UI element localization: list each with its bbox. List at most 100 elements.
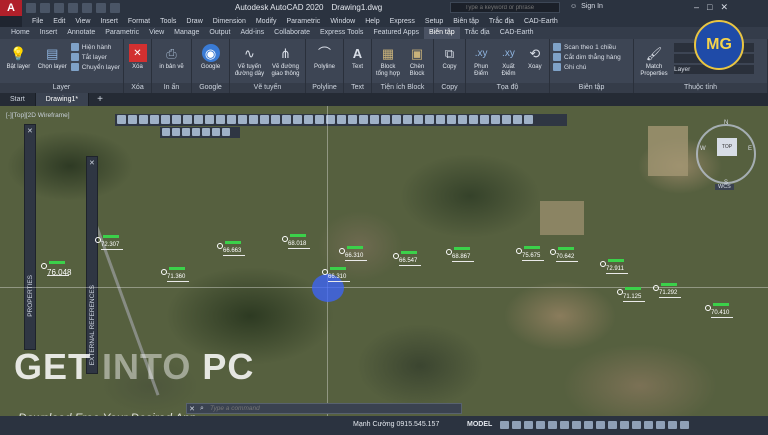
menu-file[interactable]: File	[32, 18, 43, 25]
tool-icon[interactable]	[403, 115, 412, 124]
tab-bien-tap[interactable]: Biên tập	[423, 27, 460, 39]
tool-icon[interactable]	[205, 115, 214, 124]
tab-collaborate[interactable]: Collaborate	[269, 27, 315, 39]
tab-drawing1[interactable]: Drawing1*	[35, 93, 90, 106]
open-icon[interactable]	[40, 3, 50, 13]
menu-cad-earth[interactable]: CAD-Earth	[524, 18, 558, 25]
tab-output[interactable]: Output	[204, 27, 235, 39]
cat-dim-button[interactable]: Cắt dim thẳng hàng	[553, 53, 621, 61]
minimize-icon[interactable]: –	[694, 2, 699, 13]
workspace-icon[interactable]	[620, 421, 629, 429]
viewcube-east[interactable]: E	[748, 146, 752, 152]
scan-theo-1-chieu-button[interactable]: Scan theo 1 chiều	[553, 43, 621, 51]
print-icon[interactable]	[82, 3, 92, 13]
close-icon[interactable]: ✕	[720, 2, 728, 13]
hien-hanh-button[interactable]: Hiện hành	[70, 43, 120, 51]
menu-window[interactable]: Window	[330, 18, 355, 25]
customize-icon[interactable]	[680, 421, 689, 429]
tab-insert[interactable]: Insert	[35, 27, 63, 39]
save-as-icon[interactable]	[68, 3, 78, 13]
tab-express-tools[interactable]: Express Tools	[315, 27, 368, 39]
polar-icon[interactable]	[536, 421, 545, 429]
menu-trac-dia[interactable]: Trắc địa	[489, 18, 514, 25]
menu-tools[interactable]: Tools	[160, 18, 176, 25]
tool-icon[interactable]	[139, 115, 148, 124]
tool-icon[interactable]	[513, 115, 522, 124]
menu-draw[interactable]: Draw	[186, 18, 202, 25]
command-input[interactable]	[207, 405, 447, 412]
hardware-icon[interactable]	[656, 421, 665, 429]
tool-icon[interactable]	[447, 115, 456, 124]
menu-express[interactable]: Express	[390, 18, 415, 25]
tool-icon[interactable]	[194, 115, 203, 124]
tool-icon[interactable]	[161, 115, 170, 124]
tool-icon[interactable]	[469, 115, 478, 124]
tool-icon[interactable]	[172, 115, 181, 124]
tool-icon[interactable]	[172, 128, 180, 136]
menu-parametric[interactable]: Parametric	[286, 18, 320, 25]
tab-add-ins[interactable]: Add-ins	[235, 27, 269, 39]
menu-format[interactable]: Format	[128, 18, 150, 25]
close-icon[interactable]: ✕	[187, 405, 197, 413]
tool-icon[interactable]	[436, 115, 445, 124]
tool-icon[interactable]	[425, 115, 434, 124]
app-menu-button[interactable]: A	[0, 0, 22, 16]
otrack-icon[interactable]	[560, 421, 569, 429]
tool-icon[interactable]	[117, 115, 126, 124]
tool-icon[interactable]	[304, 115, 313, 124]
isolate-icon[interactable]	[644, 421, 653, 429]
tool-icon[interactable]	[183, 115, 192, 124]
grid-icon[interactable]	[500, 421, 509, 429]
ortho-icon[interactable]	[524, 421, 533, 429]
tool-icon[interactable]	[293, 115, 302, 124]
model-space-button[interactable]: MODEL	[467, 421, 492, 428]
tab-start[interactable]: Start	[0, 93, 36, 106]
tool-icon[interactable]	[458, 115, 467, 124]
maximize-icon[interactable]: □	[707, 2, 712, 13]
tab-annotate[interactable]: Annotate	[62, 27, 100, 39]
tool-icon[interactable]	[392, 115, 401, 124]
tool-icon[interactable]	[202, 128, 210, 136]
signin-link[interactable]: ☺ Sign In	[570, 3, 603, 10]
menu-help[interactable]: Help	[365, 18, 379, 25]
viewport-controls-label[interactable]: [-][Top][2D Wireframe]	[6, 112, 70, 119]
menu-setup[interactable]: Setup	[425, 18, 443, 25]
tool-icon[interactable]	[216, 115, 225, 124]
tool-icon[interactable]	[359, 115, 368, 124]
ghi-chu-button[interactable]: Ghi chú	[553, 63, 621, 71]
menu-bien-tap[interactable]: Biên tập	[453, 18, 479, 25]
properties-palette[interactable]: ✕ PROPERTIES	[24, 124, 36, 350]
tool-icon[interactable]	[414, 115, 423, 124]
tool-icon[interactable]	[128, 115, 137, 124]
clean-screen-icon[interactable]	[668, 421, 677, 429]
tool-icon[interactable]	[315, 115, 324, 124]
lineweight-icon[interactable]	[572, 421, 581, 429]
external-references-palette[interactable]: ✕ EXTERNAL REFERENCES	[86, 156, 98, 374]
close-icon[interactable]: ✕	[89, 159, 95, 167]
menu-dimension[interactable]: Dimension	[213, 18, 246, 25]
wcs-menu[interactable]: WCS	[715, 184, 734, 190]
tool-icon[interactable]	[271, 115, 280, 124]
tool-icon[interactable]	[480, 115, 489, 124]
tool-icon[interactable]	[162, 128, 170, 136]
tool-icon[interactable]	[337, 115, 346, 124]
undo-icon[interactable]	[96, 3, 106, 13]
viewcube-north[interactable]: N	[724, 120, 728, 126]
close-icon[interactable]: ✕	[27, 127, 33, 135]
tool-icon[interactable]	[524, 115, 533, 124]
menu-insert[interactable]: Insert	[100, 18, 118, 25]
tab-cad-earth[interactable]: CAD-Earth	[495, 27, 539, 39]
menu-edit[interactable]: Edit	[53, 18, 65, 25]
units-icon[interactable]	[632, 421, 641, 429]
annotation-icon[interactable]	[608, 421, 617, 429]
tool-icon[interactable]	[227, 115, 236, 124]
tool-icon[interactable]	[212, 128, 220, 136]
tab-manage[interactable]: Manage	[169, 27, 204, 39]
transparency-icon[interactable]	[584, 421, 593, 429]
tool-icon[interactable]	[381, 115, 390, 124]
menu-modify[interactable]: Modify	[256, 18, 277, 25]
tool-icon[interactable]	[491, 115, 500, 124]
tool-icon[interactable]	[150, 115, 159, 124]
viewcube-west[interactable]: W	[700, 146, 706, 152]
tab-view[interactable]: View	[144, 27, 169, 39]
